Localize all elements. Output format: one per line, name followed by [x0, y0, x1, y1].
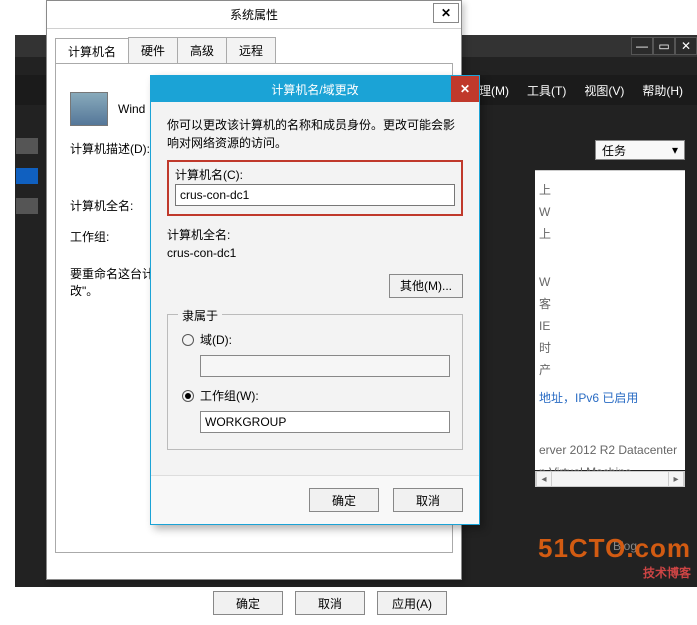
dialog-title: 计算机名/域更改 ✕ — [151, 76, 479, 102]
cancel-button[interactable]: 取消 — [393, 488, 463, 512]
ok-button[interactable]: 确定 — [213, 591, 283, 615]
workgroup-radio[interactable]: 工作组(W): — [182, 387, 448, 405]
sidebar-item[interactable] — [16, 198, 38, 214]
close-icon[interactable]: ✕ — [451, 76, 479, 102]
computer-name-label: 计算机名(C): — [175, 166, 455, 184]
dialog-buttons: 确定 取消 — [151, 475, 479, 524]
sidebar-item[interactable] — [16, 138, 38, 154]
domain-radio[interactable]: 域(D): — [182, 331, 448, 349]
domain-input[interactable] — [200, 355, 450, 377]
intro-text: Wind — [118, 102, 145, 116]
maximize-button[interactable]: ▭ — [653, 37, 675, 55]
scroll-left-icon[interactable]: ◂ — [536, 472, 552, 486]
scroll-right-icon[interactable]: ▸ — [668, 472, 684, 486]
more-button[interactable]: 其他(M)... — [389, 274, 463, 298]
close-icon[interactable]: ✕ — [433, 3, 459, 23]
rename-dialog: 计算机名/域更改 ✕ 你可以更改该计算机的名称和成员身份。更改可能会影响对网络资… — [150, 75, 480, 525]
tab-hardware[interactable]: 硬件 — [128, 37, 178, 63]
close-button[interactable]: ✕ — [675, 37, 697, 55]
tab-advanced[interactable]: 高级 — [177, 37, 227, 63]
full-name-label: 计算机全名: — [167, 226, 463, 244]
tab-strip: 计算机名 硬件 高级 远程 — [55, 37, 453, 63]
computer-name-highlight: 计算机名(C): crus-con-dc1 — [167, 160, 463, 216]
full-name-value: crus-con-dc1 — [167, 244, 463, 262]
ok-button[interactable]: 确定 — [309, 488, 379, 512]
properties-panel: 上 W 上 W 客 IE 时 产 地址，IPv6 已启用 erver 2012 … — [535, 170, 685, 470]
computer-name-input[interactable]: crus-con-dc1 — [175, 184, 455, 206]
menu-tools[interactable]: 工具(T) — [527, 82, 566, 99]
tasks-label: 任务 — [602, 142, 626, 159]
radio-icon — [182, 334, 194, 346]
intro-text: 你可以更改该计算机的名称和成员身份。更改可能会影响对网络资源的访问。 — [167, 116, 463, 152]
menu-help[interactable]: 帮助(H) — [642, 82, 683, 99]
dialog-buttons: 确定 取消 应用(A) — [47, 581, 461, 625]
menu-manage[interactable]: 理(M) — [479, 82, 509, 99]
apply-button[interactable]: 应用(A) — [377, 591, 447, 615]
tab-computer-name[interactable]: 计算机名 — [55, 38, 129, 64]
member-of-legend: 隶属于 — [178, 307, 222, 325]
workgroup-input[interactable]: WORKGROUP — [200, 411, 450, 433]
horizontal-scrollbar[interactable]: ◂ ▸ — [535, 471, 685, 487]
chevron-down-icon: ▾ — [672, 143, 678, 157]
member-of-group: 隶属于 域(D): 工作组(W): WORKGROUP — [167, 314, 463, 450]
sidebar-item-active[interactable] — [16, 168, 38, 184]
minimize-button[interactable]: — — [631, 37, 653, 55]
menu-view[interactable]: 视图(V) — [584, 82, 624, 99]
watermark: 51CTO.com 技术博客 — [538, 533, 691, 581]
dialog-title: 系统属性 ✕ — [47, 1, 461, 29]
ipv6-link[interactable]: 地址，IPv6 已启用 — [539, 391, 638, 405]
tab-remote[interactable]: 远程 — [226, 37, 276, 63]
tasks-dropdown[interactable]: 任务 ▾ — [595, 140, 685, 160]
computer-icon — [70, 92, 108, 126]
radio-icon — [182, 390, 194, 402]
sidebar — [16, 138, 44, 214]
cancel-button[interactable]: 取消 — [295, 591, 365, 615]
